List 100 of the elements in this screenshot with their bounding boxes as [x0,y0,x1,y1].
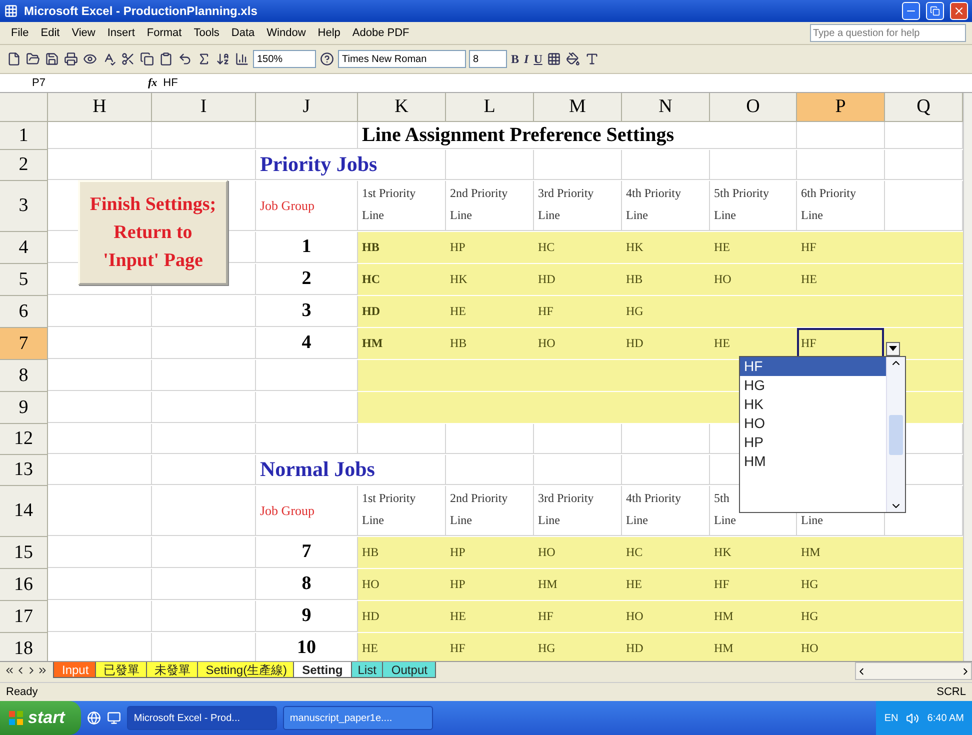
taskbar-button[interactable]: Microsoft Excel - Prod... [126,706,277,730]
table-cell[interactable]: HG [622,296,710,327]
toolbar-button[interactable] [584,51,600,67]
table-cell[interactable]: HG [534,633,622,661]
table-cell[interactable]: HE [446,601,534,632]
table-cell[interactable]: HG [797,601,885,632]
menu-item[interactable]: File [6,25,34,41]
table-cell[interactable]: HD [622,328,710,359]
sheet-tab[interactable]: 未發單 [146,662,200,678]
sheet-tab[interactable]: 已發單 [94,662,149,678]
dropdown-option[interactable]: HK [740,395,886,414]
row-header[interactable]: 1 [0,122,48,150]
table-cell[interactable]: HO [710,264,797,295]
column-header[interactable]: L [446,93,534,122]
table-cell[interactable]: HD [358,601,446,632]
row-header[interactable]: 15 [0,537,48,569]
table-cell[interactable]: HE [622,569,710,600]
minimize-button[interactable] [902,2,920,20]
menu-item[interactable]: View [66,25,100,41]
menu-item[interactable]: Help [312,25,346,41]
column-header[interactable]: H [48,93,152,122]
table-cell[interactable]: HK [446,264,534,295]
dropdown-button[interactable] [886,342,900,356]
table-cell[interactable]: HB [446,328,534,359]
toolbar-button[interactable] [215,51,231,67]
finish-settings-button[interactable]: Finish Settings; Return to 'Input' Page [78,180,228,285]
menu-item[interactable]: Window [262,25,311,41]
table-cell[interactable]: HF [534,601,622,632]
help-search-field[interactable]: Type a question for help [810,24,966,42]
table-cell[interactable]: HM [797,537,885,568]
row-header[interactable]: 6 [0,296,48,328]
table-cell[interactable]: HC [534,232,622,263]
font-size-field[interactable]: 8 [469,50,507,68]
row-header[interactable]: 17 [0,601,48,633]
table-cell[interactable]: HE [710,328,797,359]
row-header[interactable]: 14 [0,486,48,537]
column-header[interactable]: O [710,93,797,122]
table-cell[interactable]: HD [622,633,710,661]
table-cell[interactable]: HO [534,537,622,568]
toolbar-button[interactable] [158,51,174,67]
table-cell[interactable]: HK [710,537,797,568]
row-header[interactable]: 7 [0,328,48,360]
name-box[interactable]: P7 [4,77,142,89]
column-header[interactable]: J [256,93,358,122]
toolbar-button[interactable] [319,51,335,67]
toolbar-button[interactable] [63,51,79,67]
menu-item[interactable]: Edit [36,25,65,41]
dropdown-option[interactable]: HG [740,376,886,395]
bold-button[interactable]: B [510,50,520,68]
table-cell[interactable]: HP [446,232,534,263]
table-cell[interactable]: HM [358,328,446,359]
row-header[interactable]: 8 [0,360,48,392]
toolbar-button[interactable] [565,51,582,67]
menu-item[interactable]: Adobe PDF [347,25,414,41]
row-header[interactable]: 3 [0,181,48,232]
row-header[interactable]: 4 [0,232,48,264]
menu-item[interactable]: Insert [102,25,140,41]
taskbar-button[interactable]: manuscript_paper1e.... [282,706,433,730]
toolbar-button[interactable] [44,51,60,67]
zoom-field[interactable]: 150% [253,50,316,68]
underline-button[interactable]: U [532,50,544,68]
toolbar-button[interactable] [120,51,136,67]
row-header[interactable]: 9 [0,392,48,424]
dropdown-option[interactable]: HF [740,357,886,376]
table-cell[interactable]: HE [710,232,797,263]
table-cell[interactable]: HO [622,601,710,632]
table-cell[interactable]: HP [446,569,534,600]
table-cell[interactable]: HC [358,264,446,295]
sheet-tab[interactable]: Setting [293,662,352,678]
table-cell[interactable]: HB [358,232,446,263]
row-header[interactable]: 16 [0,569,48,601]
dropdown-option[interactable]: HO [740,414,886,433]
table-cell[interactable]: HF [534,296,622,327]
italic-button[interactable]: I [523,50,530,68]
toolbar-button[interactable] [6,51,22,67]
table-cell[interactable]: HO [534,328,622,359]
toolbar-button[interactable] [25,51,41,67]
table-cell[interactable]: HP [446,537,534,568]
table-cell[interactable]: HF [710,569,797,600]
row-header[interactable]: 2 [0,150,48,181]
table-cell[interactable]: HC [622,537,710,568]
close-button[interactable] [950,2,968,20]
table-cell[interactable]: HO [797,633,885,661]
column-header[interactable]: P [797,93,885,122]
row-header[interactable]: 12 [0,424,48,455]
font-field[interactable]: Times New Roman [338,50,466,68]
menu-item[interactable]: Format [142,25,187,41]
restore-button[interactable] [926,2,944,20]
toolbar-button[interactable] [177,51,193,67]
row-header[interactable]: 13 [0,455,48,486]
column-header[interactable]: I [152,93,256,122]
table-cell[interactable]: HE [358,633,446,661]
table-cell[interactable]: HM [534,569,622,600]
desktop-icon[interactable] [106,711,121,725]
toolbar-button[interactable] [546,51,562,67]
table-cell[interactable]: HF [446,633,534,661]
table-cell[interactable]: HD [358,296,446,327]
table-cell[interactable]: HE [797,264,885,295]
column-header[interactable]: K [358,93,446,122]
table-cell[interactable]: HM [710,633,797,661]
